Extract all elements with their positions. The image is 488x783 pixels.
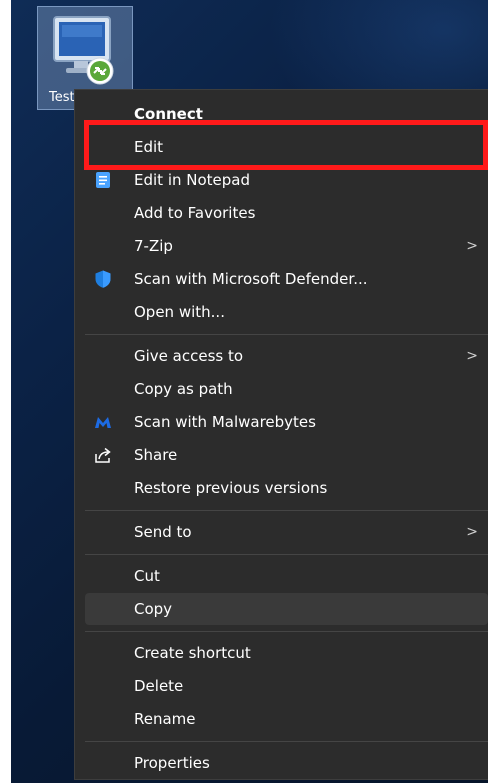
menu-item-cut[interactable]: Cut xyxy=(75,560,488,592)
menu-item-label: Copy as path xyxy=(134,380,233,398)
menu-item-properties[interactable]: Properties xyxy=(75,747,488,779)
menu-item-label: Scan with Malwarebytes xyxy=(134,413,316,431)
menu-item-share[interactable]: Share xyxy=(75,439,488,471)
menu-item-label: Scan with Microsoft Defender... xyxy=(134,270,368,288)
menu-item-label: Restore previous versions xyxy=(134,479,328,497)
menu-item-label: Add to Favorites xyxy=(134,204,256,222)
share-icon xyxy=(95,447,111,463)
chevron-right-icon: > xyxy=(466,524,478,540)
menu-separator xyxy=(85,631,488,632)
menu-item-send-to[interactable]: Send to > xyxy=(75,516,488,548)
notepad-icon xyxy=(96,172,110,188)
menu-item-label: Edit in Notepad xyxy=(134,171,251,189)
menu-separator xyxy=(85,554,488,555)
menu-item-create-shortcut[interactable]: Create shortcut xyxy=(75,637,488,669)
menu-item-label: Create shortcut xyxy=(134,644,251,662)
menu-item-label: Cut xyxy=(134,567,160,585)
menu-item-label: Rename xyxy=(134,710,196,728)
menu-separator xyxy=(85,510,488,511)
menu-item-label: Give access to xyxy=(134,347,244,365)
menu-item-open-with[interactable]: Open with... xyxy=(75,296,488,328)
menu-item-scan-malwarebytes[interactable]: Scan with Malwarebytes xyxy=(75,406,488,438)
chevron-right-icon: > xyxy=(466,238,478,254)
menu-item-copy[interactable]: Copy xyxy=(85,593,488,625)
annotation-highlight-box xyxy=(84,120,488,170)
menu-item-copy-as-path[interactable]: Copy as path xyxy=(75,373,488,405)
menu-item-label: Copy xyxy=(134,600,173,618)
malwarebytes-icon xyxy=(95,417,111,428)
menu-item-label: Send to xyxy=(134,523,192,541)
menu-item-label: Open with... xyxy=(134,303,225,321)
menu-item-label: Properties xyxy=(134,754,210,772)
desktop-icon-label: Test xyxy=(49,90,75,105)
menu-item-give-access-to[interactable]: Give access to > xyxy=(75,340,488,372)
menu-item-restore-previous-versions[interactable]: Restore previous versions xyxy=(75,472,488,504)
menu-item-7zip[interactable]: 7-Zip > xyxy=(75,230,488,262)
remote-desktop-connection-icon xyxy=(53,16,114,85)
menu-item-rename[interactable]: Rename xyxy=(75,703,488,735)
menu-item-label: Delete xyxy=(134,677,184,695)
menu-item-label: Share xyxy=(134,446,178,464)
menu-separator xyxy=(85,334,488,335)
context-menu: Connect Edit Edit in Notepad Add to Favo… xyxy=(74,89,488,780)
menu-item-delete[interactable]: Delete xyxy=(75,670,488,702)
menu-item-add-to-favorites[interactable]: Add to Favorites xyxy=(75,197,488,229)
menu-separator xyxy=(85,741,488,742)
chevron-right-icon: > xyxy=(466,348,478,364)
menu-item-scan-defender[interactable]: Scan with Microsoft Defender... xyxy=(75,263,488,295)
defender-shield-icon xyxy=(95,270,111,288)
menu-item-label: 7-Zip xyxy=(134,237,173,255)
